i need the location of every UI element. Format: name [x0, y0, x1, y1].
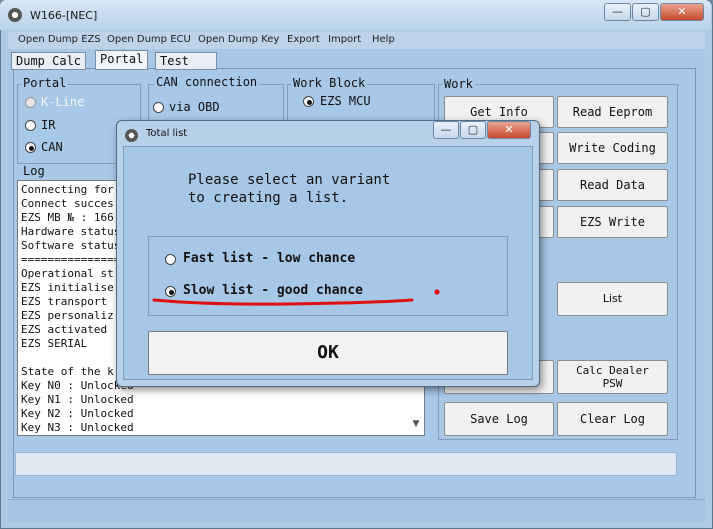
title-bar: W166-[NEC] — ▢ ✕ [0, 0, 711, 30]
menu-open-dump-ecu[interactable]: Open Dump ECU [107, 34, 191, 45]
read-eeprom-button[interactable]: Read Eeprom [557, 96, 668, 128]
ir-radio[interactable] [25, 120, 36, 131]
minimize-button[interactable]: — [604, 3, 631, 21]
read-data-button[interactable]: Read Data [557, 169, 668, 201]
status-bar [8, 499, 705, 521]
tab-dump-calc[interactable]: Dump Calc [11, 52, 87, 70]
calc-dealer-psw-line2: PSW [602, 377, 623, 390]
tab-portal[interactable]: Portal [95, 50, 149, 70]
ezs-write-button[interactable]: EZS Write [557, 206, 668, 238]
calc-dealer-psw-line1: Calc Dealer [576, 364, 649, 377]
maximize-button[interactable]: ▢ [632, 3, 659, 21]
menu-open-dump-ezs[interactable]: Open Dump EZS [18, 34, 101, 45]
ezs-mcu-radio[interactable] [303, 96, 314, 107]
menu-import[interactable]: Import [328, 34, 361, 45]
dialog-close-button[interactable]: ✕ [487, 121, 531, 139]
work-group-label: Work [442, 77, 475, 91]
work-block-label: Work Block [291, 76, 368, 90]
menu-export[interactable]: Export [287, 34, 320, 45]
via-obd-radio[interactable] [153, 102, 164, 113]
ezs-mcu-label: EZS MCU [320, 94, 371, 108]
ir-label: IR [41, 118, 56, 132]
log-line: Key N1 : Unlocked [21, 393, 134, 406]
log-line: Key N3 : Unlocked [21, 421, 134, 434]
red-underline-annotation [152, 289, 440, 306]
dialog-minimize-button[interactable]: — [433, 121, 459, 139]
log-line: Key N2 : Unlocked [21, 407, 134, 420]
can-radio[interactable] [25, 142, 36, 153]
clear-log-button[interactable]: Clear Log [557, 402, 668, 436]
menu-help[interactable]: Help [372, 34, 395, 45]
dialog-title: Total list [146, 128, 188, 139]
kline-radio[interactable] [25, 97, 36, 108]
list-button[interactable]: List [557, 282, 668, 316]
dialog-message-line1: Please select an variant [188, 172, 391, 188]
window-title: W166-[NEC] [30, 9, 98, 22]
dialog-app-icon [125, 129, 138, 142]
tab-test[interactable]: Test [155, 52, 217, 70]
dialog-maximize-button[interactable]: ▢ [460, 121, 486, 139]
ok-button[interactable]: OK [148, 331, 508, 375]
save-log-button[interactable]: Save Log [444, 402, 554, 436]
fast-list-radio[interactable] [165, 254, 176, 265]
progress-bar [15, 452, 677, 476]
portal-group-label: Portal [21, 76, 69, 90]
log-label: Log [21, 164, 47, 178]
write-coding-button[interactable]: Write Coding [557, 132, 668, 164]
menu-bar: Open Dump EZS Open Dump ECU Open Dump Ke… [8, 32, 705, 49]
kline-label: K-Line [41, 95, 85, 109]
calc-dealer-psw-button[interactable]: Calc Dealer PSW [557, 360, 668, 394]
can-label: CAN [41, 140, 63, 154]
dialog-message-line2: to creating a list. [188, 190, 349, 206]
can-connection-label: CAN connection [154, 75, 260, 89]
fast-list-label: Fast list - low chance [183, 251, 356, 266]
log-scroll-down-arrow[interactable]: ▼ [410, 417, 422, 431]
app-icon [8, 8, 22, 22]
via-obd-label: via OBD [169, 100, 220, 114]
menu-open-dump-key[interactable]: Open Dump Key [198, 34, 279, 45]
close-button[interactable]: ✕ [660, 3, 704, 21]
